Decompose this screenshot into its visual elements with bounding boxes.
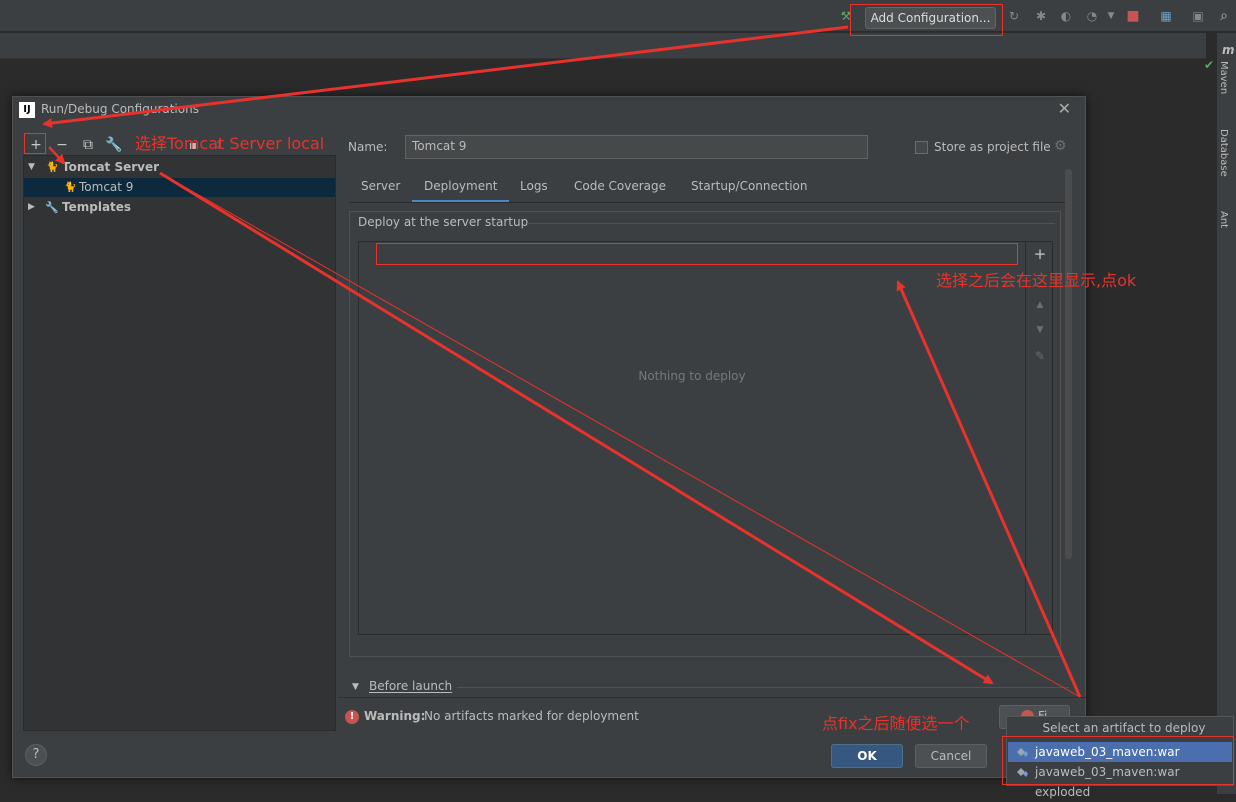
search-icon[interactable]: ⌕ [1216,8,1232,24]
popup-title: Select an artifact to deploy [1042,721,1206,735]
project-structure-icon[interactable]: ▦ [1158,8,1174,24]
tree-label: Tomcat Server [62,160,160,174]
debug-icon[interactable]: ✱ [1033,8,1049,24]
move-down-icon[interactable]: ▼ [1032,325,1048,335]
before-launch-toggle[interactable]: Before launch [369,679,452,693]
stop-icon[interactable]: ■ [1125,8,1141,24]
tab-deployment[interactable]: Deployment [412,177,510,203]
run-debug-dialog: IJ Run/Debug Configurations ✕ + − ⧉ 🔧 ▪ … [12,96,1086,778]
deploy-group-title: Deploy at the server startup [358,215,529,229]
ok-button[interactable]: OK [831,744,903,768]
warning-icon: ! [345,710,359,724]
annotation-box-add-config [850,4,1003,36]
edit-icon[interactable]: ✎ [1032,349,1048,363]
warning-label: Warning: [364,709,426,723]
store-as-project-checkbox[interactable] [915,141,928,154]
intellij-logo-icon: IJ [19,102,35,118]
right-tool-strip: m Maven Database Ant [1216,33,1236,794]
tree-node-tomcat-server[interactable]: ▼ 🐈 Tomcat Server [24,158,335,177]
group-title-divider [527,223,1055,224]
annotation-box-artifacts [1002,736,1234,785]
ide-toolbar: ⚒ Add Configuration... ↻ ✱ ◐ ◔ ▼ ■ ▦ ▣ ⌕ [0,0,1236,32]
wrench-icon[interactable]: 🔧 [105,136,123,154]
tab-startup-connection[interactable]: Startup/Connection [691,177,807,203]
tree-node-tomcat-9[interactable]: 🐈 Tomcat 9 [24,178,335,197]
name-input[interactable]: Tomcat 9 [405,135,868,159]
annotation-click-fix: 点fix之后随便选一个 [822,714,970,733]
chevron-down-icon[interactable]: ▼ [1103,8,1119,24]
bottom-separator [338,697,1086,698]
caret-down-icon[interactable]: ▼ [28,158,35,177]
coverage-icon[interactable]: ◐ [1058,8,1074,24]
tomcat-icon: 🐈 [64,182,77,193]
tab-server[interactable]: Server [361,177,400,203]
warning-text: No artifacts marked for deployment [424,709,639,723]
check-icon: ✔ [1204,58,1215,72]
deploy-list[interactable] [358,241,1026,635]
caret-down-icon[interactable]: ▼ [352,682,359,692]
run-icon[interactable]: ↻ [1006,8,1022,24]
tree-label: Tomcat 9 [79,180,134,194]
tool-tab-ant[interactable]: Ant [1218,211,1229,228]
remove-config-icon[interactable]: − [53,136,71,154]
before-launch-divider [457,687,1069,688]
tabs-divider [349,202,1069,203]
config-tree: ▼ 🐈 Tomcat Server 🐈 Tomcat 9 ▶ 🔧 Templat… [23,155,336,731]
close-icon[interactable]: ✕ [1058,99,1071,118]
move-up-icon[interactable]: ▲ [1032,300,1048,310]
nothing-to-deploy-text: Nothing to deploy [638,369,746,383]
tree-label: Templates [62,200,132,214]
tab-logs[interactable]: Logs [520,177,548,203]
cancel-button[interactable]: Cancel [915,744,987,768]
store-as-project-label[interactable]: Store as project file [934,140,1051,154]
annotation-box-add-button [24,133,46,154]
tab-code-coverage[interactable]: Code Coverage [574,177,666,203]
name-label: Name: [348,140,388,154]
tool-tab-maven[interactable]: Maven [1218,61,1229,94]
tomcat-icon: 🐈 [46,162,59,173]
dialog-title: Run/Debug Configurations [41,102,199,116]
maven-logo-icon: m [1222,43,1235,57]
ide-navbar [0,33,1206,59]
tree-node-templates[interactable]: ▶ 🔧 Templates [24,198,335,217]
copy-config-icon[interactable]: ⧉ [79,136,97,154]
add-artifact-icon[interactable]: + [1032,245,1048,263]
annotation-show-here: 选择之后会在这里显示,点ok [936,271,1137,290]
wrench-icon: 🔧 [45,201,59,214]
help-button[interactable]: ? [25,744,47,766]
terminal-icon[interactable]: ▣ [1190,8,1206,24]
tool-tab-database[interactable]: Database [1218,129,1229,177]
annotation-box-deploy-row [376,243,1018,265]
profile-icon[interactable]: ◔ [1084,8,1100,24]
annotation-select-tomcat: 选择Tomcat Server local [135,134,325,153]
scrollbar[interactable] [1065,169,1072,559]
caret-right-icon[interactable]: ▶ [28,198,35,217]
gear-icon[interactable]: ⚙ [1054,138,1067,154]
